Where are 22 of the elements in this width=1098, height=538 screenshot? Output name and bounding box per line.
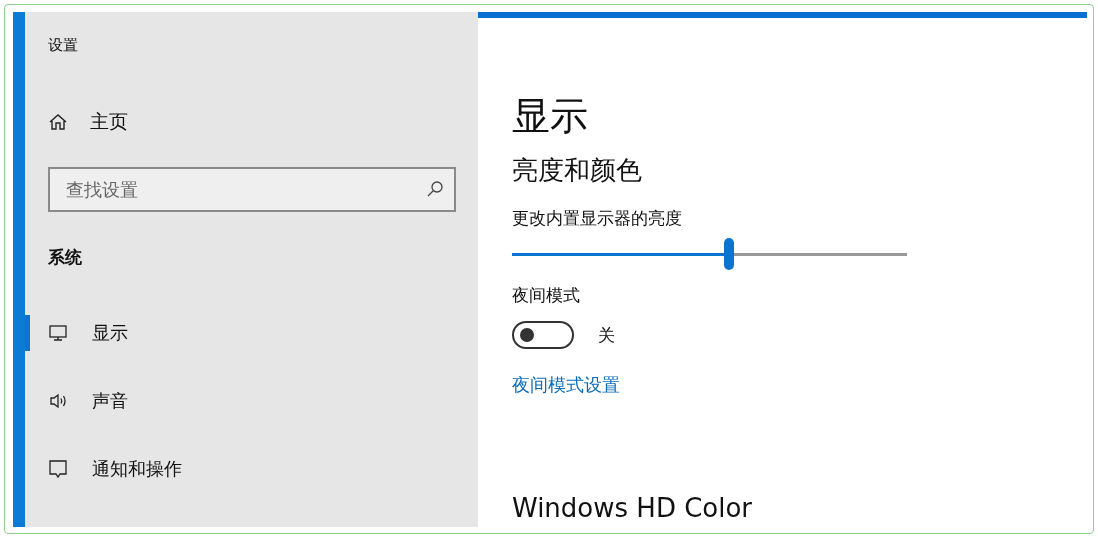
window-title: 设置 xyxy=(48,36,78,55)
night-mode-toggle[interactable] xyxy=(512,321,574,350)
section-heading: 亮度和颜色 xyxy=(512,153,642,187)
search-field[interactable]: 查找设置 xyxy=(48,167,456,212)
slider-label: 更改内置显示器的亮度 xyxy=(512,207,682,231)
night-mode-settings-link[interactable]: 夜间模式设置 xyxy=(512,373,620,398)
home-link[interactable]: 主页 xyxy=(48,109,128,135)
page-title: 显示 xyxy=(512,94,588,140)
speaker-icon xyxy=(48,391,68,411)
brightness-slider[interactable] xyxy=(512,238,907,271)
search-icon xyxy=(426,180,444,198)
toggle-label: 夜间模式 xyxy=(512,284,580,308)
sidebar-item[interactable]: 声音 xyxy=(25,383,456,419)
section-heading: Windows HD Color xyxy=(512,493,753,524)
speech-bubble-icon xyxy=(48,459,68,479)
slider-thumb[interactable] xyxy=(724,238,735,271)
sidebar-item[interactable]: 显示 xyxy=(25,315,456,351)
toggle-state: 关 xyxy=(598,323,615,347)
home-icon xyxy=(48,112,68,132)
section-heading: 系统 xyxy=(48,246,82,269)
monitor-icon xyxy=(48,323,68,343)
sidebar-item[interactable]: 通知和操作 xyxy=(25,451,456,487)
